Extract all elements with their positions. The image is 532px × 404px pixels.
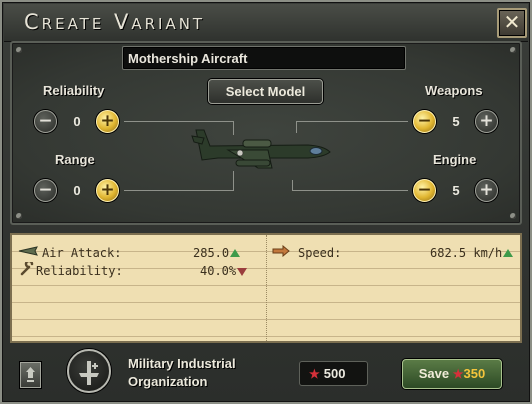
close-button[interactable]: ✕: [497, 8, 527, 38]
speed-label: Speed:: [298, 246, 342, 260]
engine-label: Engine: [433, 152, 477, 167]
mio-name-line1: Military Industrial: [128, 356, 236, 371]
air-attack-icon: [18, 246, 38, 256]
save-label: Save: [418, 366, 450, 381]
stats-panel: Air Attack: 285.0 Reliability: 40.0% Spe…: [10, 233, 522, 343]
trend-up-icon: [230, 249, 241, 257]
variant-name-field[interactable]: Mothership Aircraft: [122, 46, 406, 70]
reliability-stat-label: Reliability:: [36, 264, 123, 278]
engine-increase-button[interactable]: +: [475, 179, 498, 202]
rivet-icon: [16, 213, 22, 219]
reliability-value: 0: [73, 114, 81, 129]
weapons-value: 5: [452, 114, 460, 129]
save-button[interactable]: Save ★350: [402, 359, 502, 389]
emblem-button[interactable]: [20, 362, 41, 388]
mio-aircraft-icon: [79, 361, 99, 385]
air-attack-value: 285.0: [193, 246, 261, 260]
reliability-decrease-button[interactable]: −: [34, 110, 57, 133]
range-decrease-button[interactable]: −: [34, 179, 57, 202]
connector-line: [292, 180, 408, 191]
reliability-stat-value: 40.0%: [200, 264, 264, 278]
title-bar: Create Variant ✕: [4, 4, 528, 42]
emblem-icon: [26, 367, 35, 382]
weapons-increase-button[interactable]: +: [475, 110, 498, 133]
speed-value: 682.5 km/h: [430, 246, 522, 260]
engine-value: 5: [452, 183, 460, 198]
weapons-decrease-button[interactable]: −: [413, 110, 436, 133]
bottom-bar: Military Industrial Organization ★ 500 Sa…: [2, 345, 526, 400]
connector-line: [124, 171, 234, 191]
rivet-icon: [16, 47, 22, 53]
reliability-label: Reliability: [43, 83, 105, 98]
trend-down-icon: [237, 268, 248, 276]
engine-decrease-button[interactable]: −: [413, 179, 436, 202]
trend-up-icon: [503, 249, 514, 257]
save-cost: 350: [463, 366, 486, 381]
cost-display: ★ 500: [299, 361, 368, 386]
mio-icon[interactable]: [67, 349, 111, 393]
twin-engine-aircraft-icon: [191, 129, 331, 169]
speed-arrow-icon: [272, 245, 290, 257]
air-attack-label: Air Attack:: [42, 246, 122, 260]
range-value: 0: [73, 183, 81, 198]
stats-divider: [266, 235, 267, 341]
rivet-icon: [510, 47, 516, 53]
wrench-icon: [20, 262, 34, 276]
range-label: Range: [55, 152, 95, 167]
reliability-increase-button[interactable]: +: [96, 110, 119, 133]
window-title: Create Variant: [24, 10, 206, 34]
range-increase-button[interactable]: +: [96, 179, 119, 202]
mio-name-line2: Organization: [128, 374, 208, 389]
weapons-label: Weapons: [425, 83, 483, 98]
star-icon: ★: [452, 367, 464, 381]
star-icon: ★: [309, 367, 320, 381]
rivet-icon: [510, 213, 516, 219]
select-model-button[interactable]: Select Model: [208, 79, 323, 104]
